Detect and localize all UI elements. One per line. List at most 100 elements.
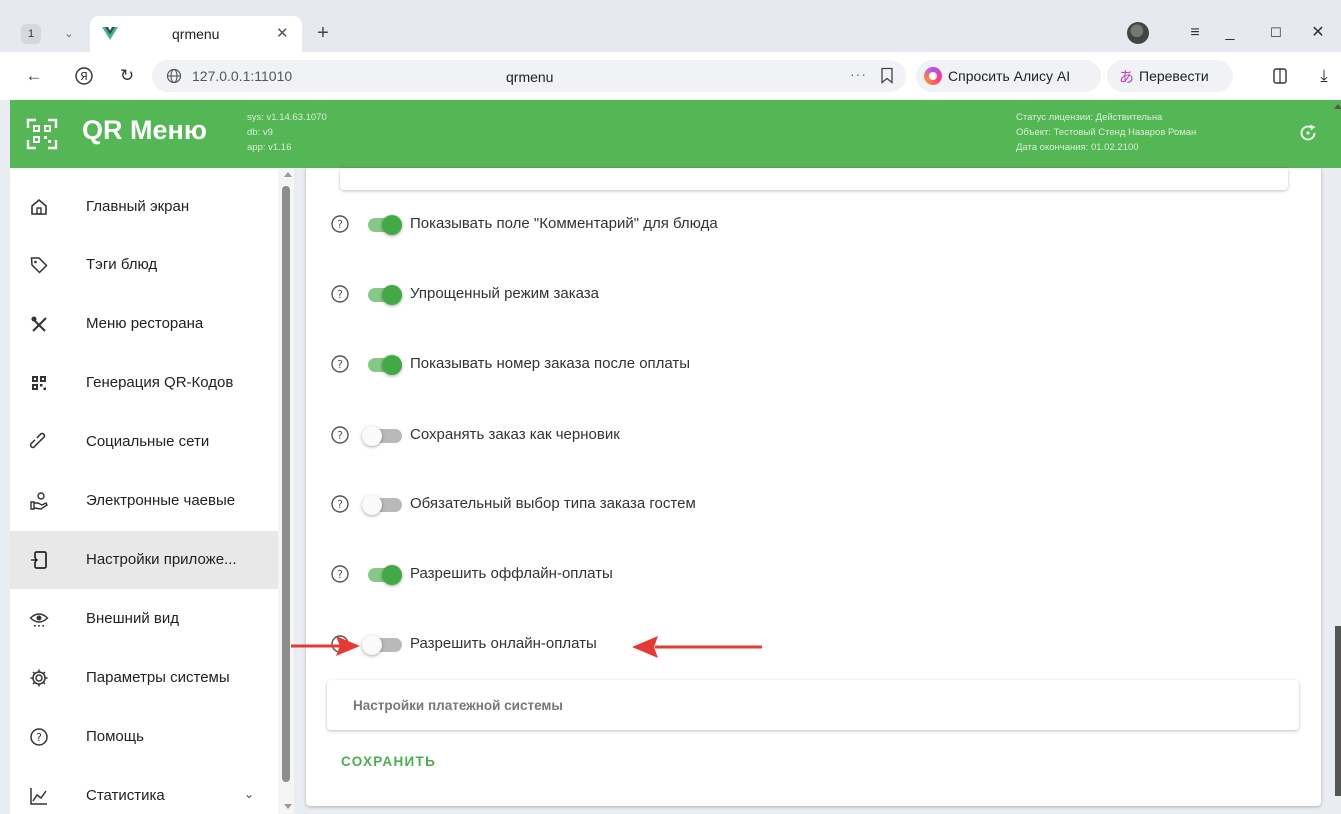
home-icon bbox=[31, 198, 47, 215]
sidebar: Главный экран Тэги блюд Меню ресторана Г… bbox=[10, 168, 294, 814]
sidebar-item-app-settings[interactable]: Настройки приложе... bbox=[10, 531, 278, 589]
svg-text:?: ? bbox=[337, 288, 343, 301]
save-button[interactable]: СОХРАНИТЬ bbox=[331, 748, 451, 776]
minimize-window-icon[interactable]: _ bbox=[1218, 22, 1242, 46]
more-options-icon[interactable]: ··· bbox=[850, 66, 867, 82]
help-icon[interactable]: ? bbox=[330, 284, 350, 304]
simple-order-toggle[interactable] bbox=[362, 285, 404, 305]
page-scroll-up-icon[interactable] bbox=[1334, 104, 1341, 109]
svg-text:?: ? bbox=[337, 218, 343, 231]
setting-row-offline-payments: ? Разрешить оффлайн-оплаты bbox=[326, 560, 1226, 588]
setting-label: Упрощенный режим заказа bbox=[410, 285, 599, 302]
browser-address-bar: ← Я ↻ 127.0.0.1:11010 qrmenu ··· Спросит… bbox=[0, 52, 1341, 100]
help-icon[interactable]: ? bbox=[330, 494, 350, 514]
url-field[interactable]: 127.0.0.1:11010 qrmenu ··· bbox=[152, 60, 906, 92]
sidebar-item-system-params[interactable]: Параметры системы bbox=[10, 649, 278, 707]
setting-row-simple-order: ? Упрощенный режим заказа bbox=[326, 280, 1226, 308]
refresh-icon[interactable] bbox=[1297, 122, 1319, 144]
link-icon bbox=[29, 432, 46, 449]
sidebar-item-label: Тэги блюд bbox=[86, 256, 158, 273]
sidebar-item-statistics[interactable]: Статистика ⌄ bbox=[10, 767, 278, 814]
qr-logo-icon bbox=[26, 118, 58, 150]
download-icon[interactable]: ⤓ bbox=[1312, 64, 1336, 88]
reading-mode-icon[interactable] bbox=[1268, 64, 1292, 88]
setting-label: Сохранять заказ как черновик bbox=[410, 426, 620, 443]
tab-list-chevron-icon[interactable]: ⌄ bbox=[59, 24, 79, 44]
sidebar-item-label: Помощь bbox=[86, 728, 144, 745]
sidebar-item-label: Параметры системы bbox=[86, 669, 230, 686]
app-version: app: v1.16 bbox=[247, 142, 292, 153]
sys-version: sys: v1.14.63.1070 bbox=[247, 112, 327, 123]
translate-button[interactable]: あ Перевести bbox=[1107, 60, 1233, 92]
svg-text:?: ? bbox=[337, 429, 343, 442]
page-title: qrmenu bbox=[506, 69, 554, 85]
help-icon[interactable]: ? bbox=[330, 214, 350, 234]
draft-order-toggle[interactable] bbox=[362, 426, 404, 446]
chart-icon bbox=[30, 788, 47, 805]
tab-count-badge[interactable]: 1 bbox=[21, 24, 41, 44]
setting-row-order-type: ? Обязательный выбор типа заказа гостем bbox=[326, 490, 1226, 518]
profile-avatar[interactable] bbox=[1127, 22, 1149, 44]
previous-section-panel bbox=[340, 168, 1288, 190]
bookmark-icon[interactable] bbox=[880, 67, 894, 84]
offline-payments-toggle[interactable] bbox=[362, 565, 404, 585]
sidebar-item-qr-codes[interactable]: Генерация QR-Кодов bbox=[10, 354, 278, 412]
app-settings-icon bbox=[31, 551, 47, 569]
license-info: Статус лицензии: Действительна Объект: Т… bbox=[1016, 110, 1196, 155]
sidebar-scroll-down-icon[interactable] bbox=[284, 804, 292, 809]
setting-row-draft-order: ? Сохранять заказ как черновик bbox=[326, 421, 1226, 449]
svg-text:?: ? bbox=[337, 498, 343, 511]
app-title: QR Меню bbox=[82, 115, 207, 145]
payment-system-panel[interactable]: Настройки платежной системы bbox=[327, 680, 1299, 730]
browser-menu-icon[interactable]: ≡ bbox=[1183, 22, 1207, 46]
sidebar-item-social[interactable]: Социальные сети bbox=[10, 413, 278, 471]
payment-system-title: Настройки платежной системы bbox=[353, 698, 563, 713]
sidebar-scroll-thumb[interactable] bbox=[282, 186, 290, 782]
order-number-toggle[interactable] bbox=[362, 355, 404, 375]
sidebar-item-appearance[interactable]: Внешний вид bbox=[10, 590, 278, 648]
page-scroll-thumb[interactable] bbox=[1335, 626, 1341, 796]
tag-icon bbox=[30, 257, 48, 274]
help-icon[interactable]: ? bbox=[330, 425, 350, 445]
sidebar-item-label: Социальные сети bbox=[86, 433, 210, 450]
sidebar-scroll-up-icon[interactable] bbox=[284, 172, 292, 177]
setting-label: Разрешить оффлайн-оплаты bbox=[410, 565, 613, 582]
online-payments-toggle[interactable] bbox=[362, 635, 404, 655]
ask-alice-label: Спросить Алису AI bbox=[948, 68, 1071, 84]
setting-label: Показывать поле "Комментарий" для блюда bbox=[410, 215, 718, 232]
chevron-down-icon[interactable]: ⌄ bbox=[244, 787, 254, 801]
back-arrow-icon[interactable]: ← bbox=[22, 64, 46, 88]
save-button-label: СОХРАНИТЬ bbox=[341, 754, 437, 769]
maximize-window-icon[interactable]: ☐ bbox=[1264, 22, 1288, 46]
yandex-logo-icon[interactable]: Я bbox=[72, 64, 96, 88]
comment-field-toggle[interactable] bbox=[362, 215, 404, 235]
app-header: QR Меню sys: v1.14.63.1070 db: v9 app: v… bbox=[10, 100, 1341, 168]
help-icon[interactable]: ? bbox=[330, 634, 350, 654]
eye-icon bbox=[29, 613, 49, 627]
url-text: 127.0.0.1:11010 bbox=[192, 68, 293, 84]
help-icon[interactable]: ? bbox=[330, 564, 350, 584]
svg-text:Я: Я bbox=[80, 70, 88, 83]
translate-icon: あ bbox=[1119, 69, 1135, 86]
sidebar-item-menu[interactable]: Меню ресторана bbox=[10, 295, 278, 353]
sidebar-item-tips[interactable]: Электронные чаевые bbox=[10, 472, 278, 530]
sidebar-item-home[interactable]: Главный экран bbox=[10, 178, 278, 236]
browser-tab-strip: 1 ⌄ qrmenu ✕ + ≡ _ ☐ ✕ bbox=[0, 0, 1341, 52]
svg-text:?: ? bbox=[36, 731, 42, 744]
sidebar-item-tags[interactable]: Тэги блюд bbox=[10, 236, 278, 294]
browser-tab[interactable]: qrmenu ✕ bbox=[90, 16, 302, 52]
tips-icon bbox=[30, 492, 48, 510]
reload-icon[interactable]: ↻ bbox=[115, 64, 139, 88]
svg-text:?: ? bbox=[337, 358, 343, 371]
order-type-toggle[interactable] bbox=[362, 495, 404, 515]
settings-card: ? Показывать поле "Комментарий" для блюд… bbox=[306, 168, 1321, 806]
license-status: Статус лицензии: Действительна bbox=[1016, 112, 1163, 123]
new-tab-plus-icon[interactable]: + bbox=[311, 22, 335, 46]
sidebar-item-help[interactable]: ? Помощь bbox=[10, 708, 278, 766]
ask-alice-button[interactable]: Спросить Алису AI bbox=[916, 60, 1101, 92]
tab-close-icon[interactable]: ✕ bbox=[276, 24, 289, 42]
close-window-icon[interactable]: ✕ bbox=[1306, 22, 1330, 46]
sidebar-item-label: Электронные чаевые bbox=[86, 492, 236, 509]
sidebar-item-label: Настройки приложе... bbox=[86, 551, 237, 568]
help-icon[interactable]: ? bbox=[330, 354, 350, 374]
